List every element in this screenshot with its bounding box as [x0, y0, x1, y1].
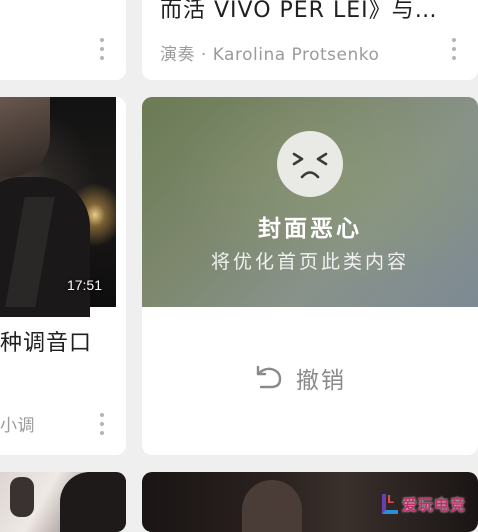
watermark-logo-icon: L [382, 494, 398, 514]
video-thumbnail[interactable] [0, 472, 126, 532]
video-card-bottom-left[interactable] [0, 472, 126, 532]
undo-button[interactable]: 撤销 [252, 361, 346, 395]
video-thumbnail[interactable]: 17:51 [0, 97, 116, 317]
video-subtitle: 小调 [0, 416, 35, 436]
feedback-title: 封面恶心 [258, 216, 362, 242]
site-watermark: L 爱玩电竞 [382, 488, 478, 520]
more-options-button[interactable] [98, 413, 106, 435]
video-duration: 17:51 [66, 277, 102, 293]
video-card-top-right[interactable]: 而活 VIVO PER LEI》与… 演奏 · Karolina Protsen… [142, 0, 478, 80]
undo-label: 撤销 [296, 368, 346, 394]
thumbnail-figure-hair [60, 472, 126, 532]
video-title: 种调音口 [0, 331, 93, 356]
thumbnail-figure [10, 477, 34, 517]
watermark-text: 爱玩电竞 [402, 495, 467, 514]
video-card-top-left[interactable] [0, 0, 126, 80]
feedback-card: 封面恶心 将优化首页此类内容 撤销 [142, 97, 478, 455]
more-options-button[interactable] [98, 38, 106, 60]
thumbnail-figure [0, 97, 50, 177]
feedback-message: 将优化首页此类内容 [210, 251, 409, 273]
thumbnail-figure [242, 480, 302, 532]
video-title: 而活 VIVO PER LEI》与… [160, 0, 438, 23]
video-subtitle: 演奏 · Karolina Protsenko [160, 45, 380, 65]
undo-icon [252, 361, 284, 395]
unhappy-face-icon [277, 131, 343, 197]
video-card-mid-left[interactable]: 17:51 种调音口 小调 [0, 97, 126, 455]
more-options-button[interactable] [450, 38, 458, 60]
feedback-cover-blurred: 封面恶心 将优化首页此类内容 [142, 97, 478, 307]
